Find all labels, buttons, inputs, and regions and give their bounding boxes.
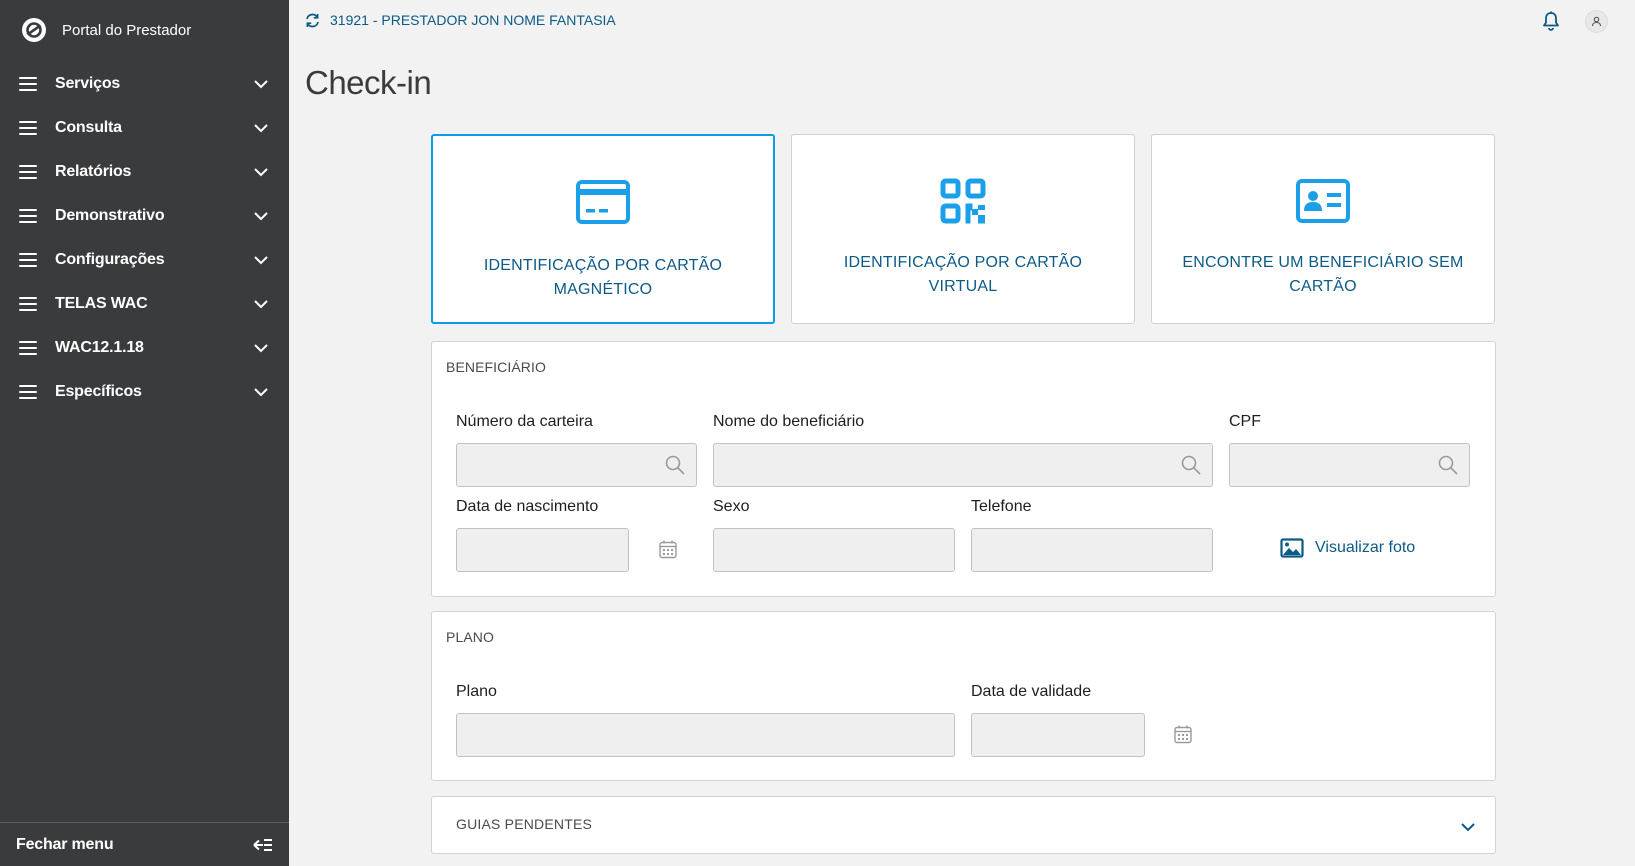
calendar-icon[interactable]	[658, 539, 678, 559]
pending-guides-accordion[interactable]: GUIAS PENDENTES	[431, 796, 1496, 854]
cpf-input[interactable]	[1229, 443, 1470, 487]
sidebar-item-servicos[interactable]: Serviços	[0, 62, 289, 106]
search-icon[interactable]	[1438, 455, 1458, 475]
image-icon	[1280, 538, 1304, 558]
id-card-icon	[1296, 179, 1350, 223]
provider-name: 31921 - PRESTADOR JON NOME FANTASIA	[330, 12, 616, 28]
totvs-logo-icon	[22, 18, 46, 42]
phone-input[interactable]	[971, 528, 1213, 572]
chevron-down-icon	[254, 256, 268, 265]
view-photo-label: Visualizar foto	[1315, 539, 1416, 556]
sex-label: Sexo	[713, 498, 750, 515]
brand[interactable]: Portal do Prestador	[21, 17, 191, 43]
menu-icon	[19, 165, 37, 179]
chevron-down-icon	[254, 80, 268, 89]
chevron-down-icon	[254, 344, 268, 353]
sidebar-item-configuracoes[interactable]: Configurações	[0, 238, 289, 282]
card-number-label: Número da carteira	[456, 413, 593, 430]
menu-icon	[19, 297, 37, 311]
sidebar-item-label: Consulta	[55, 119, 122, 136]
sidebar-item-label: Serviços	[55, 75, 121, 92]
beneficiary-name-label: Nome do beneficiário	[713, 413, 865, 430]
sidebar-item-label: TELAS WAC	[55, 295, 148, 312]
credit-card-icon	[576, 180, 630, 224]
plan-label: Plano	[456, 683, 497, 700]
menu-icon	[19, 77, 37, 91]
menu-icon	[19, 121, 37, 135]
option-no-card[interactable]: ENCONTRE UM BENEFICIÁRIO SEM CARTÃO	[1151, 134, 1495, 324]
avatar[interactable]	[1585, 10, 1608, 33]
sidebar-item-label: Configurações	[55, 251, 165, 268]
close-menu-button[interactable]: Fechar menu	[0, 822, 289, 866]
close-menu-label: Fechar menu	[16, 835, 114, 853]
menu-icon	[19, 253, 37, 267]
calendar-icon[interactable]	[1173, 724, 1193, 744]
chevron-down-icon	[254, 168, 268, 177]
plano-panel: PLANO Plano Data de validade	[431, 611, 1496, 781]
chevron-down-icon	[254, 388, 268, 397]
sidebar-item-relatorios[interactable]: Relatórios	[0, 150, 289, 194]
option-magnetic-card[interactable]: IDENTIFICAÇÃO POR CARTÃO MAGNÉTICO	[431, 134, 775, 324]
panel-title: BENEFICIÁRIO	[446, 359, 546, 375]
chevron-down-icon	[254, 300, 268, 309]
beneficiary-name-input[interactable]	[713, 443, 1213, 487]
card-number-input[interactable]	[456, 443, 697, 487]
phone-label: Telefone	[971, 498, 1032, 515]
validity-date-label: Data de validade	[971, 683, 1092, 700]
chevron-down-icon	[254, 124, 268, 133]
menu-icon	[19, 385, 37, 399]
cpf-label: CPF	[1229, 413, 1261, 430]
app-name: Portal do Prestador	[62, 21, 192, 39]
sidebar-item-label: WAC12.1.18	[55, 339, 144, 356]
birth-date-label: Data de nascimento	[456, 498, 599, 515]
beneficiario-panel: BENEFICIÁRIO Número da carteira Nome do …	[431, 341, 1496, 597]
menu-icon	[19, 209, 37, 223]
option-label: IDENTIFICAÇÃO POR CARTÃO VIRTUAL	[843, 254, 1083, 295]
view-photo-link[interactable]: Visualizar foto	[1280, 538, 1415, 558]
sidebar-item-telas-wac[interactable]: TELAS WAC	[0, 282, 289, 326]
collapse-menu-icon	[253, 838, 272, 851]
sidebar-item-label: Específicos	[55, 383, 142, 400]
sidebar-item-consulta[interactable]: Consulta	[0, 106, 289, 150]
accordion-title: GUIAS PENDENTES	[456, 816, 593, 832]
search-icon[interactable]	[1181, 455, 1201, 475]
sidebar-item-label: Relatórios	[55, 163, 132, 180]
user-icon	[1591, 16, 1602, 27]
topbar: 31921 - PRESTADOR JON NOME FANTASIA	[289, 0, 1635, 42]
sex-input[interactable]	[713, 528, 955, 572]
provider-switcher[interactable]: 31921 - PRESTADOR JON NOME FANTASIA	[305, 12, 616, 28]
option-label: ENCONTRE UM BENEFICIÁRIO SEM CARTÃO	[1182, 254, 1464, 295]
option-label: IDENTIFICAÇÃO POR CARTÃO MAGNÉTICO	[483, 257, 723, 298]
plan-input[interactable]	[456, 713, 955, 757]
menu-icon	[19, 341, 37, 355]
qr-code-icon	[940, 178, 986, 224]
sidebar: Portal do Prestador Serviços Consulta Re…	[0, 0, 289, 866]
sidebar-item-especificos[interactable]: Específicos	[0, 370, 289, 414]
sidebar-item-wac12[interactable]: WAC12.1.18	[0, 326, 289, 370]
sidebar-item-label: Demonstrativo	[55, 207, 165, 224]
sidebar-item-demonstrativo[interactable]: Demonstrativo	[0, 194, 289, 238]
sidebar-menu: Serviços Consulta Relatórios Demonstrati…	[0, 62, 289, 414]
option-virtual-card[interactable]: IDENTIFICAÇÃO POR CARTÃO VIRTUAL	[791, 134, 1135, 324]
search-icon[interactable]	[665, 455, 685, 475]
page-title: Check-in	[305, 64, 432, 101]
notification-bell-icon[interactable]	[1540, 10, 1562, 32]
validity-date-input[interactable]	[971, 713, 1145, 757]
panel-title: PLANO	[446, 629, 494, 645]
swap-icon	[306, 13, 319, 27]
chevron-down-icon	[254, 212, 268, 221]
birth-date-input[interactable]	[456, 528, 629, 572]
chevron-down-icon[interactable]	[1458, 817, 1478, 837]
